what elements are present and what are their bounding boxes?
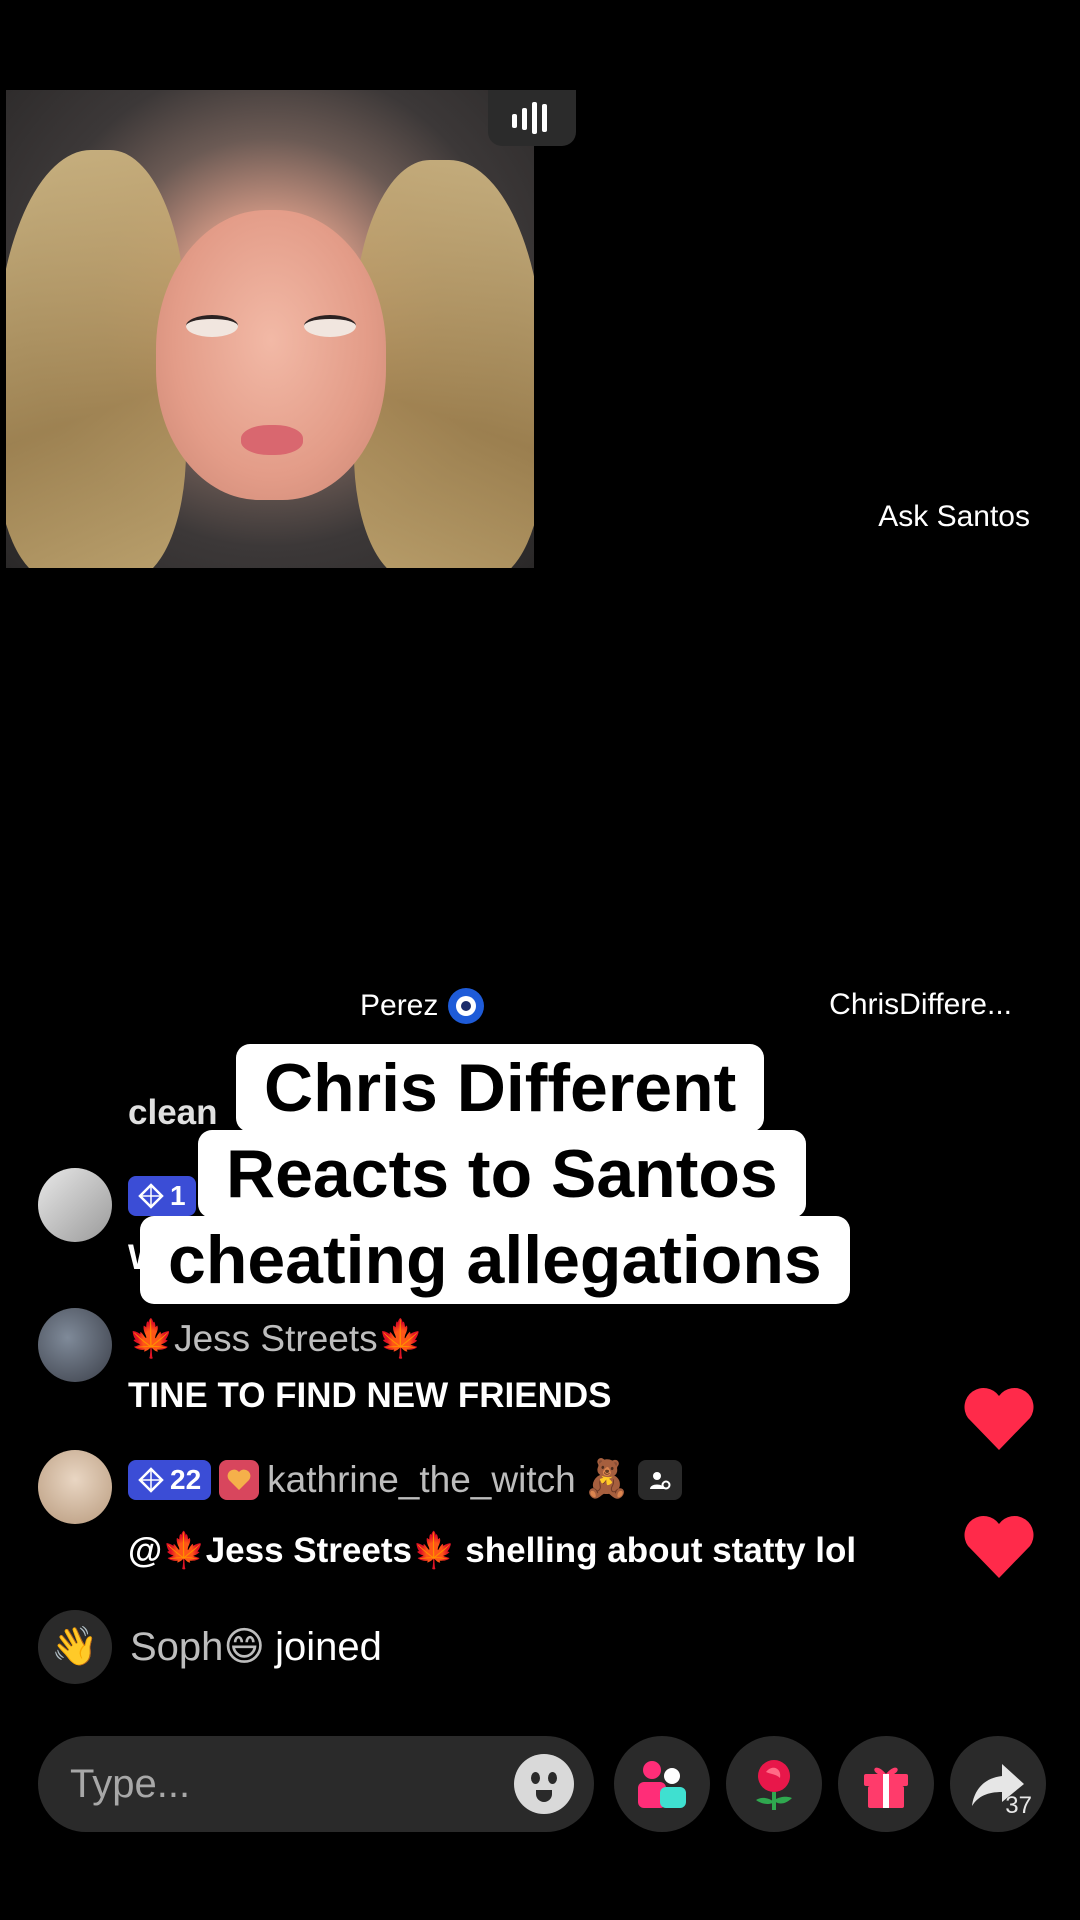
chat-username[interactable]: 🍁Jess Streets🍁 xyxy=(128,1318,424,1361)
evil-eye-icon xyxy=(448,988,485,1024)
eye-left xyxy=(186,315,238,337)
guest-left-name-text: Perez xyxy=(360,989,439,1022)
audio-bars-icon xyxy=(512,102,547,134)
gift-icon xyxy=(864,1767,908,1808)
joined-text: joined xyxy=(275,1624,382,1669)
lips xyxy=(241,425,303,455)
rose-gift-button[interactable] xyxy=(726,1736,822,1832)
guest-left-name[interactable]: Perez xyxy=(360,988,485,1024)
teddy-emoji: 🧸 xyxy=(583,1458,630,1499)
bottom-bar: Type... 37 xyxy=(0,1736,1080,1832)
comment-input[interactable]: Type... xyxy=(38,1736,594,1832)
level-badge-value: 22 xyxy=(170,1463,202,1495)
chat-faded-text: clean xyxy=(128,1093,218,1132)
wave-hand-icon: 👋 xyxy=(38,1610,112,1684)
avatar[interactable] xyxy=(38,1168,112,1242)
eye-right xyxy=(304,315,356,337)
level-badge: 22 xyxy=(128,1459,212,1500)
face xyxy=(156,210,386,500)
diamond-icon xyxy=(138,1466,164,1493)
level-badge-value: 1 xyxy=(170,1180,186,1211)
people-icon xyxy=(638,1761,686,1808)
avatar[interactable] xyxy=(38,1450,112,1524)
caption-line-1: Chris Different xyxy=(236,1044,765,1132)
emoji-icon[interactable] xyxy=(514,1754,574,1814)
avatar[interactable] xyxy=(38,1308,112,1382)
share-count: 37 xyxy=(1005,1792,1032,1819)
level-badge: 1 xyxy=(128,1176,196,1216)
audio-level-indicator xyxy=(488,90,576,146)
chat-message-text: @🍁Jess Streets🍁 shelling about statty lo… xyxy=(128,1531,857,1570)
gift-button[interactable] xyxy=(838,1736,934,1832)
chat-user-row: 1 xyxy=(128,1176,196,1216)
guest-request-button[interactable] xyxy=(614,1736,710,1832)
joined-notice: 👋 Soph😄 joined xyxy=(38,1610,382,1684)
share-button[interactable]: 37 xyxy=(950,1736,1046,1832)
guest-right-name[interactable]: ChrisDiffere... xyxy=(829,988,1012,1022)
joined-user[interactable]: Soph😄 xyxy=(130,1624,265,1670)
rose-icon xyxy=(756,1760,792,1810)
floating-heart-icon xyxy=(964,1387,1034,1450)
host-video-tile[interactable] xyxy=(6,90,534,568)
moderator-icon xyxy=(637,1459,682,1500)
fan-club-badge xyxy=(219,1459,260,1500)
heart-badge-icon xyxy=(227,1469,251,1490)
host-name-label: Ask Santos xyxy=(878,500,1030,533)
comment-input-placeholder: Type... xyxy=(70,1761,191,1806)
caption-line-2: Reacts to Santos xyxy=(198,1130,806,1218)
diamond-icon xyxy=(138,1183,164,1209)
chat-user-row: 22 kathrine_the_witch 🧸 xyxy=(128,1458,682,1501)
chat-username[interactable]: kathrine_the_witch xyxy=(267,1459,576,1501)
chat-message-text: TINE TO FIND NEW FRIENDS xyxy=(128,1376,612,1415)
caption-line-3: cheating allegations xyxy=(140,1216,850,1304)
floating-heart-icon xyxy=(964,1515,1034,1578)
